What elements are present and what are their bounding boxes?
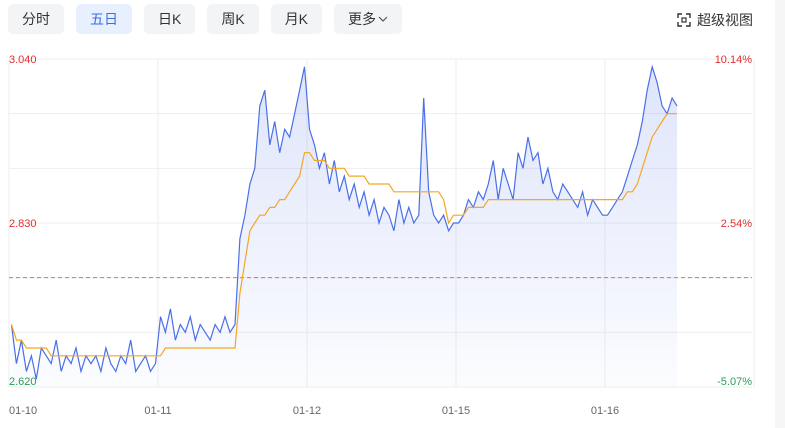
- tab-five-day[interactable]: 五日: [76, 4, 132, 34]
- five-day-chart: 3.040 2.830 2.620 10.14% 2.54% -5.07% 01-10 01-…: [8, 54, 755, 417]
- x-tick-label: 01-11: [144, 405, 171, 417]
- x-tick-label: 01-15: [442, 405, 470, 417]
- fullscreen-icon: [677, 13, 691, 27]
- series-group: [10, 64, 678, 388]
- period-tabs: 分时 五日 日K 周K 月K 更多: [8, 4, 403, 36]
- tab-minute[interactable]: 分时: [8, 4, 64, 34]
- tab-label: 五日: [90, 11, 118, 27]
- tab-day-k[interactable]: 日K: [144, 4, 196, 34]
- y-left-tick-label: 3.040: [9, 54, 37, 66]
- tab-label: 更多: [348, 11, 377, 27]
- price-area: [11, 66, 677, 388]
- tab-label: 月K: [284, 11, 309, 27]
- chevron-down-icon: [378, 4, 388, 34]
- tab-label: 周K: [221, 11, 245, 27]
- scrollbar[interactable]: [775, 0, 785, 428]
- x-tick-label: 01-10: [9, 405, 37, 417]
- tab-more[interactable]: 更多: [334, 4, 403, 34]
- super-view-button[interactable]: 超级视图: [677, 8, 753, 32]
- super-view-label: 超级视图: [697, 12, 753, 28]
- y-right-tick-label: -5.07%: [717, 376, 752, 388]
- x-tick-label: 01-16: [591, 405, 619, 417]
- y-right-tick-label: 10.14%: [715, 54, 753, 66]
- x-tick-label: 01-12: [293, 405, 321, 417]
- y-right-tick-label: 2.54%: [721, 218, 752, 230]
- tab-week-k[interactable]: 周K: [207, 4, 259, 34]
- tab-label: 日K: [158, 11, 182, 27]
- y-left-tick-label: 2.830: [9, 218, 37, 230]
- tab-month-k[interactable]: 月K: [270, 4, 323, 34]
- y-left-tick-label: 2.620: [9, 376, 37, 388]
- tab-label: 分时: [22, 11, 50, 27]
